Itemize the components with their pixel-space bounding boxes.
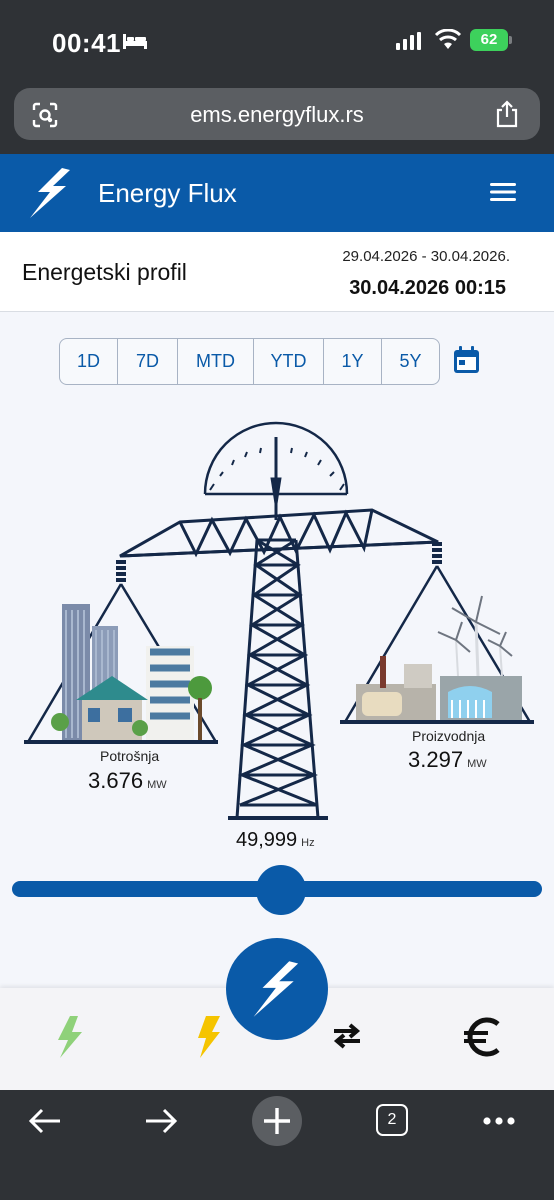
date-range: 29.04.2026 - 30.04.2026. (342, 248, 510, 265)
production-unit: MW (467, 758, 487, 770)
period-button-1y[interactable]: 1Y (324, 339, 382, 384)
url-text[interactable]: ems.energyflux.rs (14, 102, 540, 128)
exchange-arrows-icon[interactable] (330, 1023, 364, 1049)
time-slider-thumb[interactable] (256, 865, 306, 915)
more-options-icon[interactable] (482, 1116, 516, 1126)
energy-profile-header: Energetski profil 29.04.2026 - 30.04.202… (0, 232, 554, 312)
grid-frequency: 49,999 Hz (236, 829, 315, 852)
address-bar[interactable]: ems.energyflux.rs (14, 88, 540, 140)
back-arrow-icon[interactable] (28, 1108, 62, 1134)
period-button-ytd[interactable]: YTD (254, 339, 324, 384)
current-datetime: 30.04.2026 00:15 (349, 277, 506, 299)
browser-top-chrome: 00:41 62 ems.energyflux.rs (0, 0, 554, 154)
power-icon[interactable] (194, 1016, 222, 1058)
new-tab-icon[interactable] (252, 1096, 302, 1146)
power-plants (356, 595, 522, 720)
consumption-label: Potrošnja (100, 748, 160, 764)
forward-arrow-icon[interactable] (144, 1108, 178, 1134)
production-label: Proizvodnja (412, 728, 486, 744)
cellular-signal-icon (396, 32, 421, 50)
period-button-mtd[interactable]: MTD (178, 339, 254, 384)
consumption-value: 3.676 MW (88, 768, 167, 794)
calendar-icon[interactable] (453, 346, 480, 374)
frequency-unit: Hz (301, 837, 315, 849)
app-header: Energy Flux (0, 154, 554, 232)
city-buildings (51, 604, 212, 740)
battery-indicator: 62 (470, 29, 508, 51)
period-button-5y[interactable]: 5Y (382, 339, 439, 384)
period-button-1d[interactable]: 1D (60, 339, 118, 384)
battery-level: 62 (480, 31, 498, 48)
status-time: 00:41 (52, 28, 121, 58)
period-selector: 1D 7D MTD YTD 1Y 5Y (59, 338, 440, 385)
frequency-dial (203, 421, 349, 520)
frequency-number: 49,999 (236, 829, 298, 851)
share-icon[interactable] (494, 100, 520, 128)
wifi-icon (434, 29, 462, 49)
consumption-unit: MW (147, 779, 167, 791)
period-button-7d[interactable]: 7D (118, 339, 178, 384)
consumption-number: 3.676 (88, 768, 144, 793)
app-title: Energy Flux (98, 178, 237, 208)
production-number: 3.297 (408, 747, 464, 772)
energy-flux-fab-button[interactable] (226, 938, 328, 1040)
energy-balance-scale (24, 421, 534, 820)
lattice-tower (228, 538, 328, 820)
production-value: 3.297 MW (408, 747, 487, 773)
hamburger-menu-icon[interactable] (490, 181, 516, 203)
energy-flux-logo-icon (253, 961, 299, 1017)
sleep-mode-icon (123, 34, 147, 49)
energy-flux-logo-icon[interactable] (24, 166, 78, 220)
battery-tip (509, 36, 512, 44)
euro-icon[interactable] (462, 1016, 502, 1058)
page-title: Energetski profil (22, 259, 187, 285)
tab-switcher-button[interactable]: 2 (376, 1104, 408, 1136)
renewable-energy-icon[interactable] (56, 1016, 84, 1058)
